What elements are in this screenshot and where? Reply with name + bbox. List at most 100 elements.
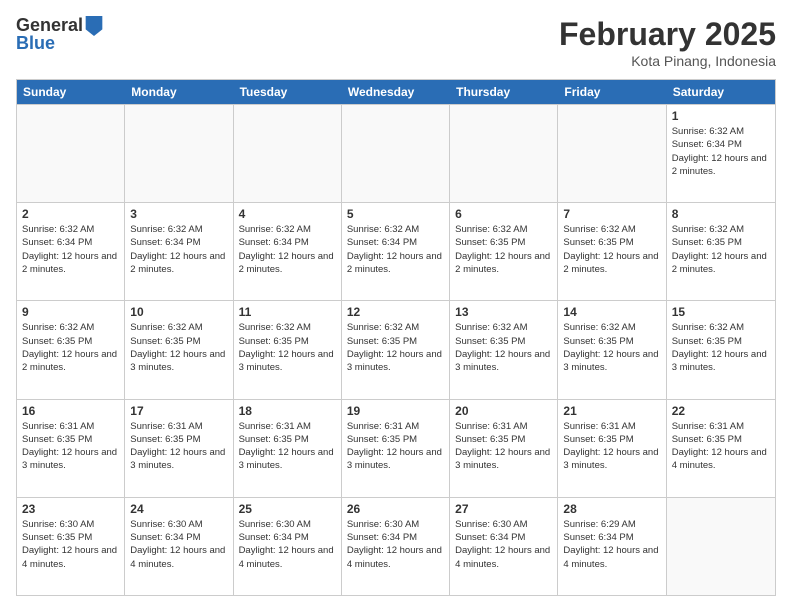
day-info: Sunrise: 6:31 AM Sunset: 6:35 PM Dayligh… <box>672 420 770 473</box>
calendar-cell-empty-2 <box>234 105 342 202</box>
calendar-cell-12: 12 Sunrise: 6:32 AM Sunset: 6:35 PM Dayli… <box>342 301 450 398</box>
day-info: Sunrise: 6:32 AM Sunset: 6:35 PM Dayligh… <box>347 321 444 374</box>
location: Kota Pinang, Indonesia <box>559 53 776 69</box>
header-day-saturday: Saturday <box>667 80 775 104</box>
calendar-row-2: 2 Sunrise: 6:32 AM Sunset: 6:34 PM Daylig… <box>17 202 775 300</box>
calendar-cell-14: 14Sunrise: 6:32 AM Sunset: 6:35 PM Dayli… <box>558 301 666 398</box>
header-day-friday: Friday <box>558 80 666 104</box>
calendar-header: SundayMondayTuesdayWednesdayThursdayFrid… <box>17 80 775 104</box>
calendar-cell-18: 18 Sunrise: 6:31 AM Sunset: 6:35 PM Dayli… <box>234 400 342 497</box>
day-number: 25 <box>239 502 336 516</box>
day-info: Sunrise: 6:31 AM Sunset: 6:35 PM Dayligh… <box>22 420 119 473</box>
calendar-cell-empty-5 <box>558 105 666 202</box>
calendar-cell-17: 17 Sunrise: 6:31 AM Sunset: 6:35 PM Dayli… <box>125 400 233 497</box>
header-day-tuesday: Tuesday <box>234 80 342 104</box>
header-day-monday: Monday <box>125 80 233 104</box>
calendar-cell-10: 10Sunrise: 6:32 AM Sunset: 6:35 PM Dayli… <box>125 301 233 398</box>
day-number: 11 <box>239 305 336 319</box>
day-info: Sunrise: 6:31 AM Sunset: 6:35 PM Dayligh… <box>347 420 444 473</box>
day-info: Sunrise: 6:30 AM Sunset: 6:34 PM Dayligh… <box>455 518 552 571</box>
calendar-cell-25: 25 Sunrise: 6:30 AM Sunset: 6:34 PM Dayli… <box>234 498 342 595</box>
day-info: Sunrise: 6:32 AM Sunset: 6:35 PM Dayligh… <box>672 223 770 276</box>
day-info: Sunrise: 6:30 AM Sunset: 6:35 PM Dayligh… <box>22 518 119 571</box>
month-title: February 2025 <box>559 16 776 53</box>
calendar-cell-15: 15Sunrise: 6:32 AM Sunset: 6:35 PM Dayli… <box>667 301 775 398</box>
day-number: 1 <box>672 109 770 123</box>
day-info: Sunrise: 6:32 AM Sunset: 6:34 PM Dayligh… <box>239 223 336 276</box>
calendar-cell-16: 16 Sunrise: 6:31 AM Sunset: 6:35 PM Dayli… <box>17 400 125 497</box>
day-info: Sunrise: 6:32 AM Sunset: 6:34 PM Dayligh… <box>672 125 770 178</box>
calendar-cell-20: 20 Sunrise: 6:31 AM Sunset: 6:35 PM Dayli… <box>450 400 558 497</box>
day-number: 3 <box>130 207 227 221</box>
calendar-cell-22: 22 Sunrise: 6:31 AM Sunset: 6:35 PM Dayli… <box>667 400 775 497</box>
calendar-cell-28: 28 Sunrise: 6:29 AM Sunset: 6:34 PM Dayli… <box>558 498 666 595</box>
calendar-cell-empty-1 <box>125 105 233 202</box>
day-info: Sunrise: 6:31 AM Sunset: 6:35 PM Dayligh… <box>130 420 227 473</box>
day-number: 28 <box>563 502 660 516</box>
day-number: 4 <box>239 207 336 221</box>
day-number: 21 <box>563 404 660 418</box>
calendar-row-3: 9 Sunrise: 6:32 AM Sunset: 6:35 PM Daylig… <box>17 300 775 398</box>
calendar-cell-5: 5 Sunrise: 6:32 AM Sunset: 6:34 PM Daylig… <box>342 203 450 300</box>
calendar-cell-3: 3 Sunrise: 6:32 AM Sunset: 6:34 PM Daylig… <box>125 203 233 300</box>
calendar-cell-9: 9 Sunrise: 6:32 AM Sunset: 6:35 PM Daylig… <box>17 301 125 398</box>
calendar-cell-empty-3 <box>342 105 450 202</box>
calendar-cell-1: 1 Sunrise: 6:32 AM Sunset: 6:34 PM Daylig… <box>667 105 775 202</box>
header-day-sunday: Sunday <box>17 80 125 104</box>
calendar-cell-4: 4 Sunrise: 6:32 AM Sunset: 6:34 PM Daylig… <box>234 203 342 300</box>
day-number: 12 <box>347 305 444 319</box>
day-number: 24 <box>130 502 227 516</box>
day-info: Sunrise: 6:31 AM Sunset: 6:35 PM Dayligh… <box>563 420 660 473</box>
calendar-cell-6: 6 Sunrise: 6:32 AM Sunset: 6:35 PM Daylig… <box>450 203 558 300</box>
day-number: 5 <box>347 207 444 221</box>
calendar-cell-empty-6 <box>667 498 775 595</box>
day-info: Sunrise: 6:32 AM Sunset: 6:35 PM Dayligh… <box>455 223 552 276</box>
day-number: 20 <box>455 404 552 418</box>
calendar-cell-21: 21 Sunrise: 6:31 AM Sunset: 6:35 PM Dayli… <box>558 400 666 497</box>
calendar-cell-7: 7Sunrise: 6:32 AM Sunset: 6:35 PM Daylig… <box>558 203 666 300</box>
calendar-row-4: 16 Sunrise: 6:31 AM Sunset: 6:35 PM Dayli… <box>17 399 775 497</box>
day-number: 13 <box>455 305 552 319</box>
calendar-body: 1 Sunrise: 6:32 AM Sunset: 6:34 PM Daylig… <box>17 104 775 595</box>
day-info: Sunrise: 6:29 AM Sunset: 6:34 PM Dayligh… <box>563 518 660 571</box>
calendar-cell-27: 27 Sunrise: 6:30 AM Sunset: 6:34 PM Dayli… <box>450 498 558 595</box>
header-day-wednesday: Wednesday <box>342 80 450 104</box>
day-info: Sunrise: 6:30 AM Sunset: 6:34 PM Dayligh… <box>347 518 444 571</box>
calendar-cell-23: 23Sunrise: 6:30 AM Sunset: 6:35 PM Dayli… <box>17 498 125 595</box>
day-info: Sunrise: 6:32 AM Sunset: 6:35 PM Dayligh… <box>563 223 660 276</box>
day-number: 9 <box>22 305 119 319</box>
day-number: 22 <box>672 404 770 418</box>
day-number: 27 <box>455 502 552 516</box>
day-info: Sunrise: 6:32 AM Sunset: 6:34 PM Dayligh… <box>347 223 444 276</box>
day-number: 18 <box>239 404 336 418</box>
day-info: Sunrise: 6:31 AM Sunset: 6:35 PM Dayligh… <box>455 420 552 473</box>
day-info: Sunrise: 6:30 AM Sunset: 6:34 PM Dayligh… <box>130 518 227 571</box>
calendar: SundayMondayTuesdayWednesdayThursdayFrid… <box>16 79 776 596</box>
page: General Blue February 2025 Kota Pinang, … <box>0 0 792 612</box>
calendar-cell-24: 24 Sunrise: 6:30 AM Sunset: 6:34 PM Dayli… <box>125 498 233 595</box>
day-number: 6 <box>455 207 552 221</box>
day-info: Sunrise: 6:32 AM Sunset: 6:35 PM Dayligh… <box>22 321 119 374</box>
day-info: Sunrise: 6:32 AM Sunset: 6:34 PM Dayligh… <box>22 223 119 276</box>
day-number: 10 <box>130 305 227 319</box>
day-number: 16 <box>22 404 119 418</box>
calendar-row-5: 23Sunrise: 6:30 AM Sunset: 6:35 PM Dayli… <box>17 497 775 595</box>
calendar-cell-11: 11 Sunrise: 6:32 AM Sunset: 6:35 PM Dayli… <box>234 301 342 398</box>
title-section: February 2025 Kota Pinang, Indonesia <box>559 16 776 69</box>
day-number: 26 <box>347 502 444 516</box>
day-number: 19 <box>347 404 444 418</box>
logo-blue: Blue <box>16 34 103 54</box>
day-number: 2 <box>22 207 119 221</box>
day-info: Sunrise: 6:32 AM Sunset: 6:35 PM Dayligh… <box>563 321 660 374</box>
header: General Blue February 2025 Kota Pinang, … <box>16 16 776 69</box>
day-info: Sunrise: 6:30 AM Sunset: 6:34 PM Dayligh… <box>239 518 336 571</box>
calendar-row-1: 1 Sunrise: 6:32 AM Sunset: 6:34 PM Daylig… <box>17 104 775 202</box>
day-info: Sunrise: 6:32 AM Sunset: 6:34 PM Dayligh… <box>130 223 227 276</box>
calendar-cell-2: 2 Sunrise: 6:32 AM Sunset: 6:34 PM Daylig… <box>17 203 125 300</box>
day-info: Sunrise: 6:31 AM Sunset: 6:35 PM Dayligh… <box>239 420 336 473</box>
day-info: Sunrise: 6:32 AM Sunset: 6:35 PM Dayligh… <box>455 321 552 374</box>
logo: General Blue <box>16 16 103 54</box>
day-info: Sunrise: 6:32 AM Sunset: 6:35 PM Dayligh… <box>239 321 336 374</box>
calendar-cell-13: 13 Sunrise: 6:32 AM Sunset: 6:35 PM Dayli… <box>450 301 558 398</box>
day-number: 17 <box>130 404 227 418</box>
